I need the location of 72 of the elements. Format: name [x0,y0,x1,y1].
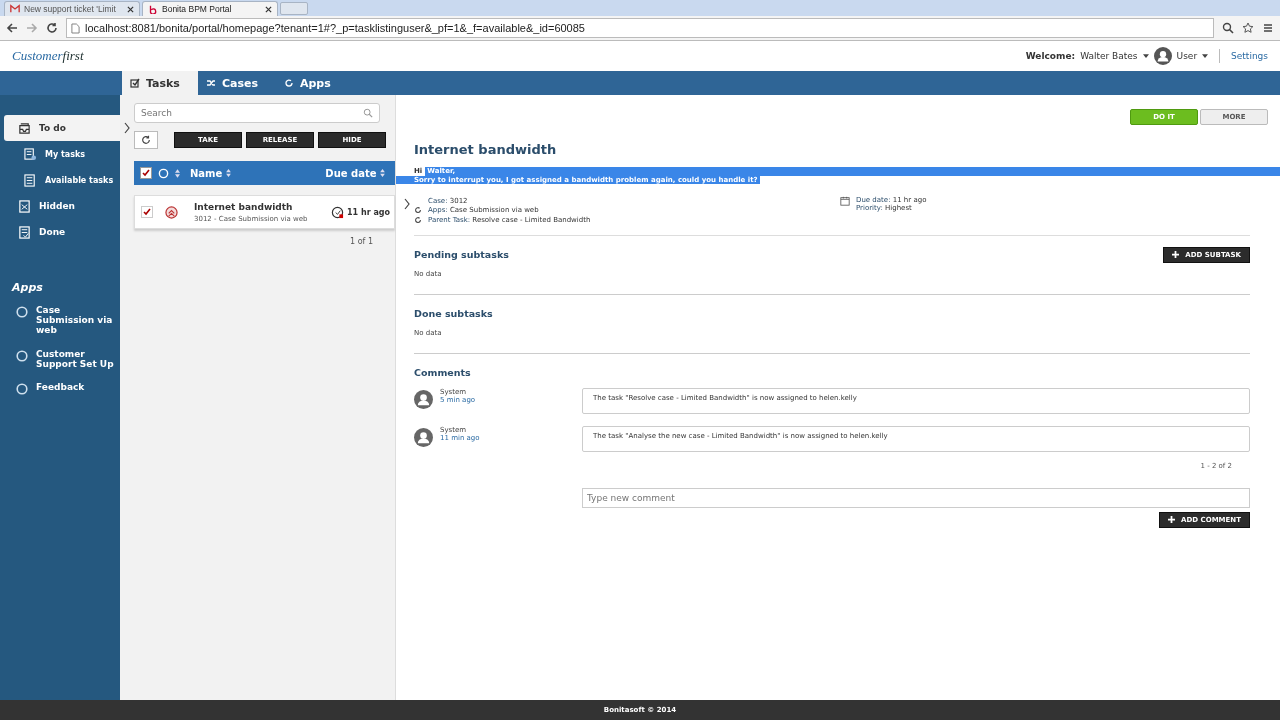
app-link[interactable]: Customer Support Set Up [0,349,120,384]
document-icon [18,199,31,213]
circle-icon [16,306,28,318]
browser-tab[interactable]: Bonita BPM Portal [142,1,278,16]
sidebar-item[interactable]: My tasks [4,141,120,167]
search-field[interactable]: Search [134,103,380,123]
close-icon[interactable] [127,5,134,13]
avatar-icon [414,427,433,447]
sort-icon [380,168,385,177]
app-link[interactable]: Case Submission via web [0,306,120,350]
priority-icon [165,205,178,219]
checkbox-icon [130,78,140,88]
document-icon [18,225,31,239]
page-icon [71,22,80,34]
app-link[interactable]: Feedback [0,383,120,410]
section-title: Done subtasks [414,308,493,319]
shuffle-icon [205,78,216,88]
reload-icon[interactable] [46,22,58,34]
welcome-label: Welcome: [1025,51,1076,61]
browser-tab[interactable]: New support ticket 'Limit [4,1,140,16]
calendar-icon [840,196,850,206]
checkbox[interactable] [141,206,153,218]
circle-icon [16,383,28,396]
plus-icon [1172,251,1180,258]
chevron-icon [124,122,130,134]
sort-icon [225,168,231,177]
sidebar-item[interactable]: Done [4,219,120,245]
column-header[interactable]: Name [190,167,320,179]
nav-tab[interactable]: Apps [276,71,349,95]
refresh-button[interactable] [134,131,158,149]
avatar-icon [414,389,433,409]
sidebar-item[interactable]: Hidden [4,193,120,219]
nav-tab[interactable]: Cases [197,71,276,95]
comment-field[interactable]: Type new comment [582,487,1250,508]
back-icon[interactable] [6,22,18,34]
search-icon [363,108,373,118]
star-icon[interactable] [1242,22,1254,34]
refresh-icon [141,135,151,145]
caret-icon[interactable] [1142,54,1149,58]
address-field[interactable]: localhost:8081/bonita/portal/homepage?tenant=1#?_p=tasklistinguser&_pf=1&_f=available&_id=60085 [66,18,1214,38]
profile-menu[interactable]: User [1176,51,1198,61]
inbox-icon [18,121,31,135]
task-name: Internet bandwidth [194,201,294,212]
nav-tab[interactable]: Tasks [122,71,198,95]
sidebar-item[interactable]: Available tasks [4,167,120,193]
circle-icon [158,167,169,179]
plus-icon [1168,516,1176,523]
clock-icon [331,205,345,219]
sort-icon[interactable] [175,168,180,178]
chevron-icon[interactable] [404,198,410,210]
section-title: Comments [414,367,471,378]
circle-icon [16,349,28,362]
task-title: Internet bandwidth [414,142,558,157]
section-heading: Apps [12,281,44,294]
caret-icon[interactable] [1202,54,1209,58]
refresh-icon [284,78,294,88]
user-name-menu[interactable]: Walter Bates [1080,51,1138,61]
due-time: 11 hr ago [347,207,390,217]
mail-icon [10,4,20,14]
avatar-icon [1153,47,1172,65]
settings-link[interactable]: Settings [1231,51,1268,61]
list-icon [24,147,37,161]
column-header[interactable]: Due date [325,167,385,179]
pager-text: 1 of 1 [349,237,374,246]
list-icon [24,173,37,187]
menu-icon[interactable] [1262,22,1274,34]
checkbox[interactable] [140,167,152,179]
logo: Customerfirst [12,48,84,64]
section-title: Pending subtasks [414,249,509,260]
close-icon[interactable] [265,5,272,13]
search-icon[interactable] [1222,22,1234,34]
logo-icon [148,4,158,14]
